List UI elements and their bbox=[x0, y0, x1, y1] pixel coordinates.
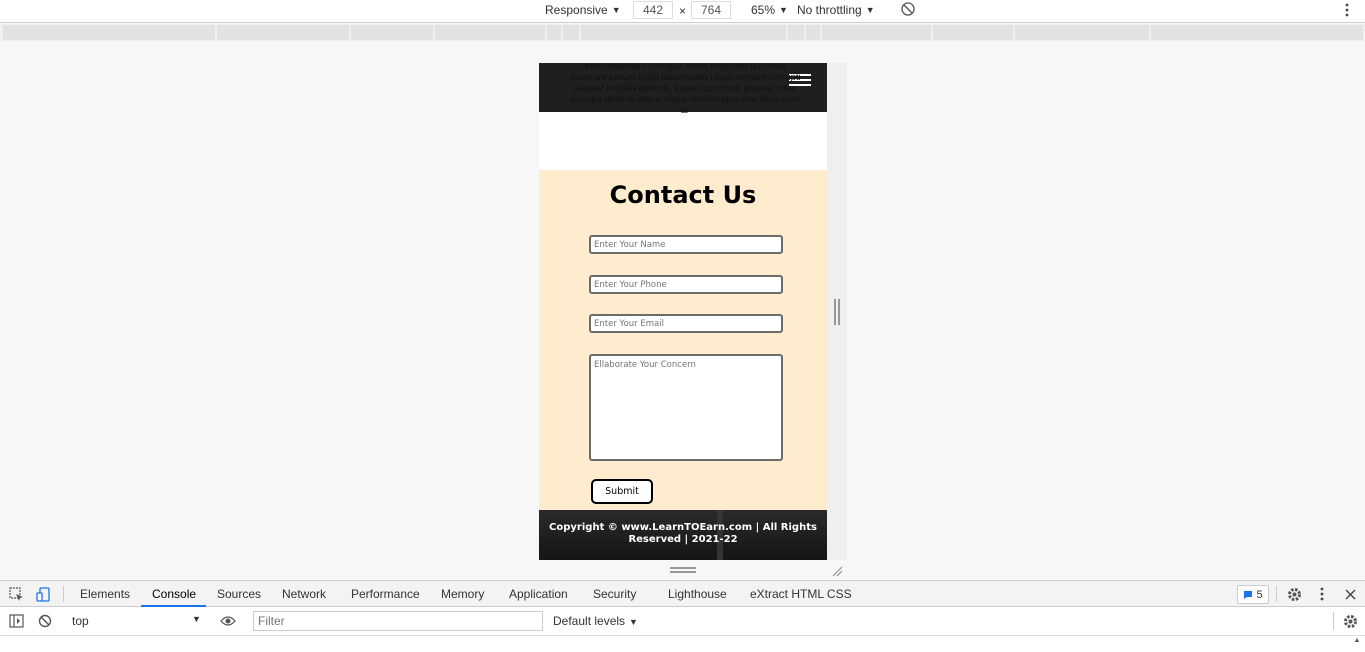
chevron-down-icon[interactable]: ▼ bbox=[192, 614, 201, 624]
zoom-label: 65% bbox=[751, 3, 776, 17]
device-viewport: exercitationem cumque nobis magnam ducim… bbox=[539, 63, 827, 560]
console-toolbar: top ▼ Default levels▼ bbox=[0, 607, 1365, 636]
customize-menu-icon[interactable] bbox=[1316, 586, 1328, 602]
console-filter-input[interactable] bbox=[253, 611, 543, 631]
message-icon bbox=[1244, 590, 1253, 599]
throttling-label: No throttling bbox=[797, 3, 862, 17]
viewport-height-input[interactable]: 764 bbox=[691, 1, 731, 19]
more-options-icon[interactable] bbox=[1341, 2, 1353, 18]
zoom-select[interactable]: 65% ▼ bbox=[751, 3, 788, 17]
footer-copyright: Copyright © www.LearnTOEarn.com | All Ri… bbox=[549, 522, 817, 545]
tab-elements[interactable]: Elements bbox=[80, 581, 130, 607]
issues-count: 5 bbox=[1256, 588, 1263, 601]
media-query-segment[interactable] bbox=[933, 25, 1013, 40]
chevron-down-icon: ▼ bbox=[865, 5, 875, 15]
tab-security[interactable]: Security bbox=[593, 581, 636, 607]
toolbar-divider bbox=[1333, 612, 1334, 630]
chevron-down-icon: ▼ bbox=[611, 5, 621, 15]
chevron-down-icon: ▼ bbox=[779, 5, 788, 15]
phone-input[interactable] bbox=[589, 275, 783, 294]
media-query-segment[interactable] bbox=[435, 25, 545, 40]
media-query-segment[interactable] bbox=[217, 25, 349, 40]
issues-badge[interactable]: 5 bbox=[1237, 585, 1269, 604]
close-icon[interactable] bbox=[1343, 586, 1357, 602]
console-output-area[interactable]: ▲ bbox=[0, 636, 1365, 652]
media-query-segment[interactable] bbox=[822, 25, 931, 40]
submit-button[interactable]: Submit bbox=[591, 479, 653, 504]
log-levels-label: Default levels bbox=[553, 614, 626, 628]
device-toggle-icon[interactable] bbox=[35, 586, 51, 602]
media-query-segment[interactable] bbox=[1151, 25, 1363, 40]
clear-console-icon[interactable] bbox=[37, 613, 53, 629]
log-levels-select[interactable]: Default levels ▼ bbox=[553, 614, 638, 628]
viewport-width-input[interactable]: 442 bbox=[633, 1, 673, 19]
inspect-element-icon[interactable] bbox=[8, 586, 24, 602]
sidebar-toggle-icon[interactable] bbox=[8, 613, 24, 629]
resize-width-handle[interactable] bbox=[834, 299, 840, 325]
resize-corner-icon[interactable] bbox=[831, 564, 843, 577]
settings-gear-icon[interactable] bbox=[1286, 586, 1302, 602]
devtools-tabbar: Elements Console Sources Network Perform… bbox=[0, 580, 1365, 607]
email-input[interactable] bbox=[589, 314, 783, 333]
media-query-bar[interactable] bbox=[0, 24, 1365, 41]
eye-icon[interactable] bbox=[219, 613, 237, 629]
footer: Copyright © www.LearnTOEarn.com | All Ri… bbox=[539, 510, 827, 560]
media-query-segment[interactable] bbox=[1015, 25, 1149, 40]
tab-memory[interactable]: Memory bbox=[441, 581, 484, 607]
context-selector-label[interactable]: top bbox=[72, 614, 89, 628]
tab-console[interactable]: Console bbox=[152, 581, 196, 607]
throttling-select[interactable]: No throttling ▼ bbox=[797, 3, 875, 17]
scroll-up-icon[interactable]: ▲ bbox=[1352, 636, 1362, 644]
device-select[interactable]: Responsive ▼ bbox=[545, 3, 621, 17]
tab-network[interactable]: Network bbox=[282, 581, 326, 607]
concern-textarea[interactable] bbox=[589, 354, 783, 461]
dimension-separator: × bbox=[679, 4, 687, 18]
name-input[interactable] bbox=[589, 235, 783, 254]
media-query-segment[interactable] bbox=[547, 25, 561, 40]
overflowing-paragraph: exercitationem cumque nobis magnam ducim… bbox=[569, 63, 801, 116]
device-select-label: Responsive bbox=[545, 3, 608, 17]
toolbar-divider bbox=[1276, 586, 1277, 602]
media-query-segment[interactable] bbox=[563, 25, 579, 40]
tab-extract-html-css[interactable]: eXtract HTML CSS bbox=[750, 581, 852, 607]
tab-performance[interactable]: Performance bbox=[351, 581, 420, 607]
contact-section: Contact Us Submit bbox=[539, 170, 827, 510]
tab-sources[interactable]: Sources bbox=[217, 581, 261, 607]
console-settings-gear-icon[interactable] bbox=[1342, 613, 1358, 629]
chevron-down-icon: ▼ bbox=[629, 617, 638, 627]
tab-application[interactable]: Application bbox=[509, 581, 568, 607]
toolbar-divider bbox=[63, 586, 64, 602]
media-query-segment[interactable] bbox=[3, 25, 215, 40]
rotate-icon[interactable] bbox=[900, 1, 916, 17]
resize-height-handle[interactable] bbox=[670, 567, 696, 573]
media-query-segment[interactable] bbox=[581, 25, 786, 40]
media-query-segment[interactable] bbox=[788, 25, 804, 40]
contact-title: Contact Us bbox=[609, 181, 757, 209]
device-toolbar: Responsive ▼ 442 × 764 65% ▼ No throttling… bbox=[0, 0, 1365, 23]
media-query-segment[interactable] bbox=[806, 25, 820, 40]
tab-lighthouse[interactable]: Lighthouse bbox=[668, 581, 727, 607]
media-query-segment[interactable] bbox=[351, 25, 433, 40]
